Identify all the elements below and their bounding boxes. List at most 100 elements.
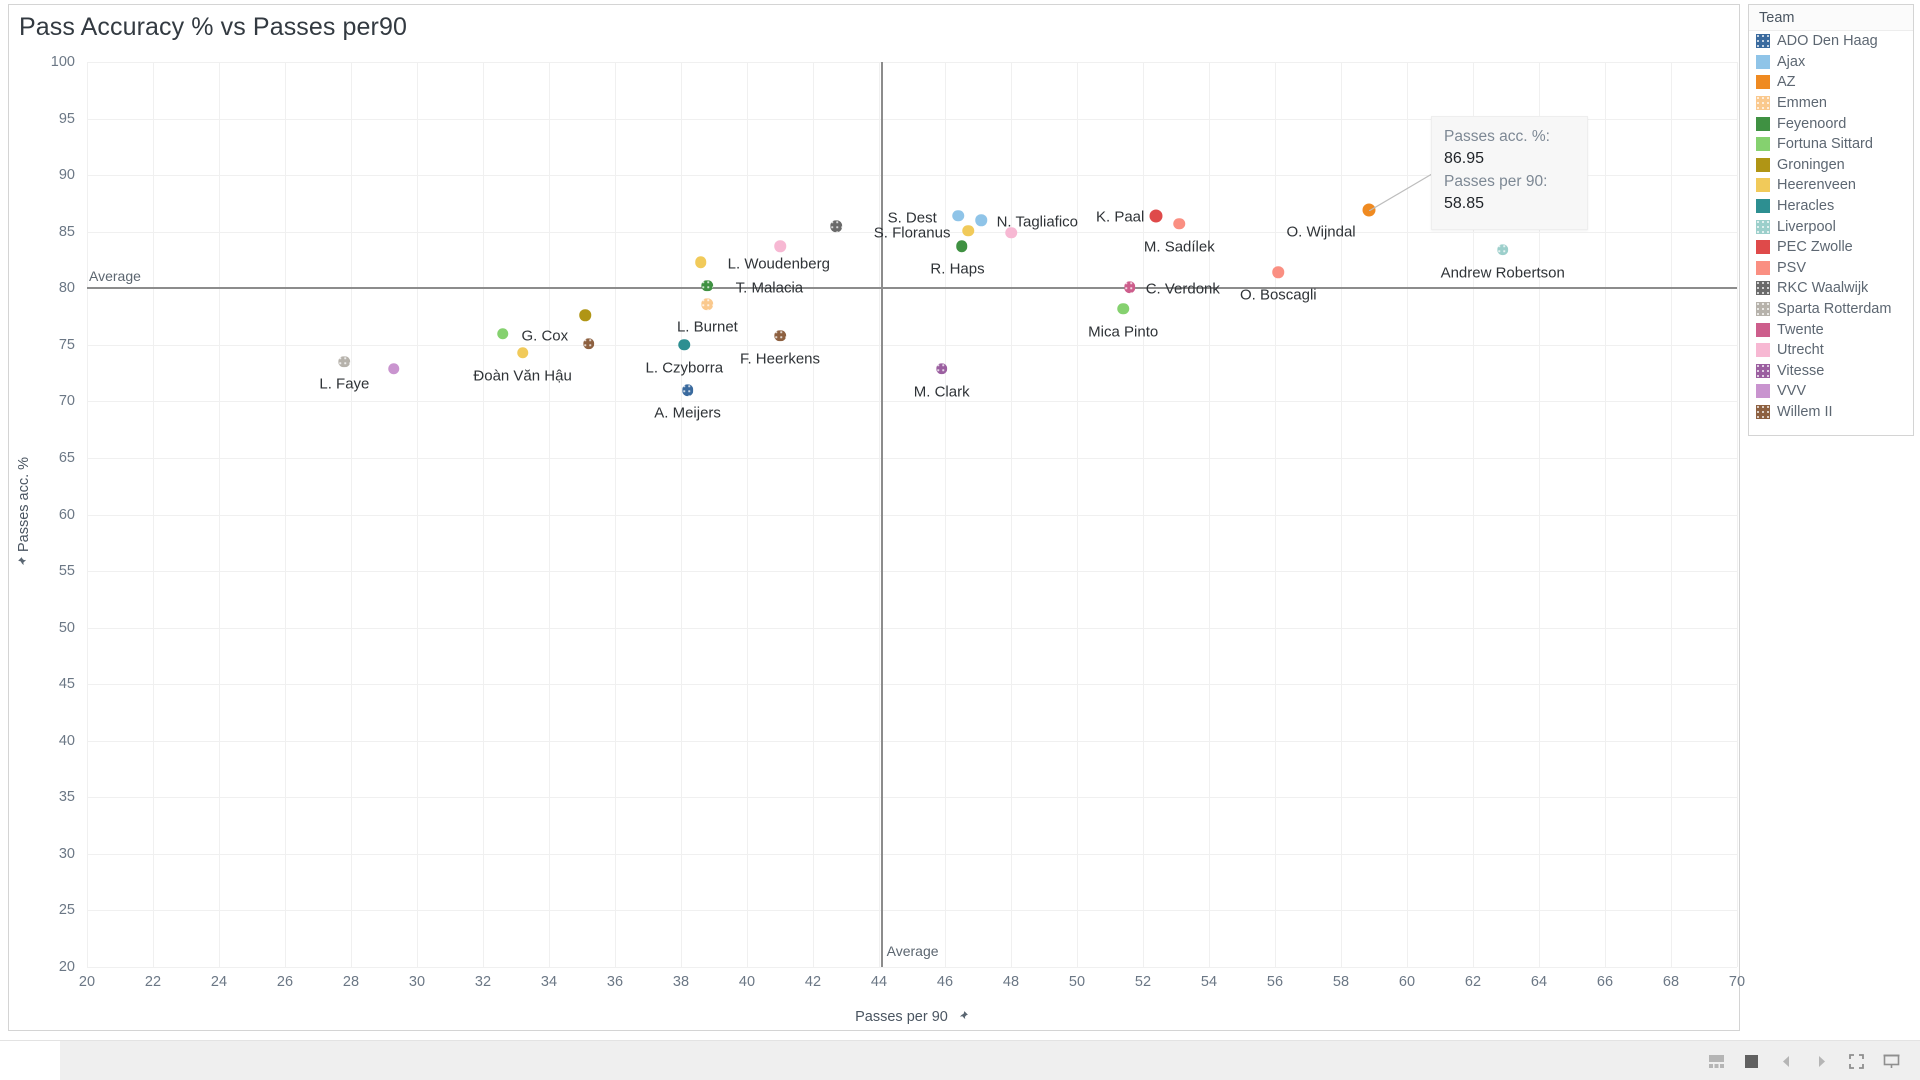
scatter-point[interactable] [582, 337, 595, 350]
y-axis-tick-label: 55 [58, 563, 75, 580]
gridline-vertical [1737, 62, 1738, 967]
reference-line-vertical[interactable] [880, 62, 883, 967]
legend-item[interactable]: PSV [1749, 258, 1913, 279]
y-axis-tick-label: 30 [58, 845, 75, 862]
scatter-point[interactable] [701, 280, 714, 292]
legend-item[interactable]: Twente [1749, 319, 1913, 340]
x-axis-tick-label: 22 [144, 974, 162, 990]
gridline-vertical [1671, 62, 1672, 967]
scatter-point-label: L. Faye [319, 375, 370, 393]
legend-color-swatch [1756, 137, 1770, 152]
scatter-point-label: S. Floranus [873, 224, 951, 242]
scatter-point[interactable] [1173, 218, 1186, 230]
y-axis-tick-label: 65 [58, 449, 75, 466]
scatter-point[interactable] [830, 220, 842, 232]
legend-item-label: Fortuna Sittard [1777, 136, 1873, 153]
gridline-vertical [87, 62, 88, 967]
gridline-vertical [219, 62, 220, 967]
legend-color-swatch [1756, 240, 1770, 255]
scatter-point-label: M. Clark [913, 383, 970, 401]
legend-team[interactable]: Team ADO Den Haag Ajax AZ Emmen Feyenoord For… [1748, 4, 1914, 436]
presentation-icon[interactable] [1883, 1053, 1900, 1070]
y-axis-tick-label: 60 [58, 506, 75, 523]
x-axis-tick-label: 60 [1398, 974, 1416, 990]
scatter-point[interactable] [1362, 203, 1376, 217]
scatter-point[interactable] [1124, 281, 1136, 293]
reference-line-horizontal[interactable] [87, 287, 1737, 290]
scatter-point-label: T. Malacia [735, 279, 804, 297]
scatter-point[interactable] [1149, 209, 1163, 223]
scatter-point[interactable] [338, 356, 351, 368]
scatter-point[interactable] [935, 362, 948, 375]
scatter-point[interactable] [681, 384, 694, 396]
legend-color-swatch [1756, 343, 1770, 358]
y-axis-title[interactable]: Passes acc. % [13, 62, 35, 967]
legend-item[interactable]: Emmen [1749, 93, 1913, 114]
legend-item[interactable]: ADO Den Haag [1749, 31, 1913, 52]
legend-color-swatch [1756, 219, 1770, 234]
legend-item[interactable]: Heracles [1749, 196, 1913, 217]
scatter-point[interactable] [516, 346, 529, 359]
status-bar-notch [0, 1041, 60, 1080]
legend-item-label: Heracles [1777, 198, 1835, 215]
legend-item[interactable]: RKC Waalwijk [1749, 278, 1913, 299]
scatter-point[interactable] [975, 214, 988, 227]
legend-color-swatch [1756, 116, 1770, 131]
gridline-horizontal [87, 853, 1737, 855]
fullscreen-icon[interactable] [1848, 1053, 1865, 1070]
legend-item[interactable]: Sparta Rotterdam [1749, 299, 1913, 320]
scatter-point[interactable] [962, 224, 974, 237]
scatter-point[interactable] [774, 240, 786, 253]
x-axis-title[interactable]: Passes per 90 [87, 1009, 1737, 1025]
legend-item-label: ADO Den Haag [1777, 33, 1878, 50]
legend-color-swatch [1756, 96, 1770, 111]
y-axis-tick-label: 25 [58, 902, 75, 919]
previous-icon[interactable] [1778, 1053, 1795, 1070]
legend-item[interactable]: Feyenoord [1749, 113, 1913, 134]
legend-color-swatch [1756, 54, 1770, 69]
scatter-point[interactable] [774, 330, 786, 342]
scatter-point[interactable] [678, 339, 691, 351]
legend-item[interactable]: Vitesse [1749, 361, 1913, 382]
scatter-point[interactable] [955, 240, 968, 253]
scatter-point[interactable] [952, 210, 964, 222]
legend-item[interactable]: AZ [1749, 72, 1913, 93]
gridline-vertical [1143, 62, 1144, 967]
pin-icon [18, 556, 29, 565]
next-icon[interactable] [1813, 1053, 1830, 1070]
x-axis-tick-label: 64 [1530, 974, 1548, 990]
legend-item[interactable]: Utrecht [1749, 340, 1913, 361]
gridline-horizontal [87, 344, 1737, 346]
legend-color-swatch [1756, 260, 1770, 275]
dashboard-icon[interactable] [1708, 1053, 1725, 1070]
legend-item[interactable]: Fortuna Sittard [1749, 134, 1913, 155]
scatter-point[interactable] [1005, 227, 1017, 239]
scatter-point[interactable] [497, 327, 509, 340]
legend-title: Team [1749, 5, 1913, 31]
scatter-point[interactable] [701, 298, 714, 310]
legend-color-swatch [1756, 34, 1770, 49]
gridline-vertical [1407, 62, 1408, 967]
legend-item[interactable]: Groningen [1749, 155, 1913, 176]
scatter-point[interactable] [1117, 302, 1129, 315]
gridline-vertical [747, 62, 748, 967]
scatter-point[interactable] [388, 362, 400, 375]
scatter-point-label: L. Czyborra [645, 359, 724, 377]
legend-item[interactable]: Ajax [1749, 52, 1913, 73]
scatter-point[interactable] [695, 256, 707, 268]
scatter-point[interactable] [1496, 244, 1509, 256]
gridline-horizontal [87, 910, 1737, 912]
legend-item[interactable]: VVV [1749, 381, 1913, 402]
scatter-point[interactable] [579, 309, 592, 322]
legend-item[interactable]: PEC Zwolle [1749, 237, 1913, 258]
legend-item[interactable]: Willem II [1749, 402, 1913, 423]
gridline-vertical [549, 62, 550, 967]
legend-item[interactable]: Heerenveen [1749, 175, 1913, 196]
scatter-point[interactable] [1272, 266, 1285, 279]
worksheet-icon[interactable] [1743, 1053, 1760, 1070]
legend-item[interactable]: Liverpool [1749, 216, 1913, 237]
x-axis-tick-label: 32 [474, 974, 492, 990]
scatter-point-label: K. Paal [1096, 208, 1145, 226]
x-axis-tick-label: 52 [1134, 974, 1152, 990]
x-axis-tick-label: 62 [1464, 974, 1482, 990]
